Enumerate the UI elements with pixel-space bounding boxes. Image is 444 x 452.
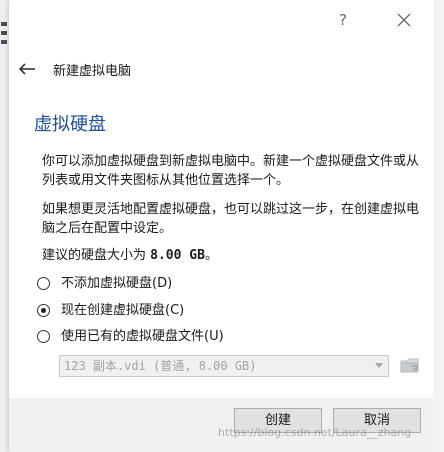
- close-icon[interactable]: [392, 8, 416, 32]
- radio-no-disk-indicator[interactable]: [37, 277, 50, 290]
- page-title: 虚拟硬盘: [34, 114, 106, 135]
- existing-disk-select[interactable]: 123 副本.vdi (普通, 8.00 GB): [59, 355, 389, 377]
- dialog-footer: 创建 取消: [9, 398, 433, 452]
- radio-create-disk-indicator[interactable]: [37, 304, 50, 317]
- screen: ? 新建虚拟电脑 虚拟硬盘 你可以添加虚拟硬盘到新虚拟电脑中。新建一个虚拟硬盘文…: [0, 0, 444, 452]
- chevron-down-icon[interactable]: [375, 363, 383, 368]
- radio-no-disk-label[interactable]: 不添加虚拟硬盘(D): [61, 275, 172, 293]
- radio-create-disk-label[interactable]: 现在创建虚拟硬盘(C): [61, 302, 184, 320]
- background-window-right-edge: [433, 0, 444, 452]
- watermark-text: https://blog.csdn.net/Laura__zhang: [218, 426, 412, 439]
- title-bar: ?: [9, 0, 433, 40]
- recommended-size-value: 8.00 GB: [150, 248, 205, 263]
- wizard-header: 新建虚拟电脑: [9, 54, 433, 84]
- background-bar-1: [1, 22, 7, 26]
- description-text: 你可以添加虚拟硬盘到新虚拟电脑中。新建一个虚拟硬盘文件或从列表或用文件夹图标从其…: [42, 154, 420, 188]
- recommended-size-prefix: 建议的硬盘大小为: [42, 248, 151, 263]
- wizard-title: 新建虚拟电脑: [53, 64, 132, 79]
- arrow-left-icon[interactable]: [17, 59, 37, 79]
- background-bar-2: [1, 31, 7, 35]
- existing-disk-select-value: 123 副本.vdi (普通, 8.00 GB): [64, 359, 257, 373]
- radio-existing-disk-indicator[interactable]: [37, 330, 50, 343]
- folder-icon[interactable]: [399, 354, 421, 376]
- recommended-size-suffix: 。: [204, 248, 218, 263]
- help-button[interactable]: ?: [331, 8, 355, 32]
- new-vm-dialog: ? 新建虚拟电脑 虚拟硬盘 你可以添加虚拟硬盘到新虚拟电脑中。新建一个虚拟硬盘文…: [9, 0, 433, 452]
- recommended-size-text: 建议的硬盘大小为 8.00 GB。: [42, 246, 424, 265]
- radio-existing-disk-label[interactable]: 使用已有的虚拟硬盘文件(U): [61, 328, 224, 346]
- background-bar-3: [1, 40, 7, 44]
- hint-text: 如果想更灵活地配置虚拟硬盘，也可以跳过这一步，在创建虚拟电脑之后在配置中设定。: [42, 202, 420, 236]
